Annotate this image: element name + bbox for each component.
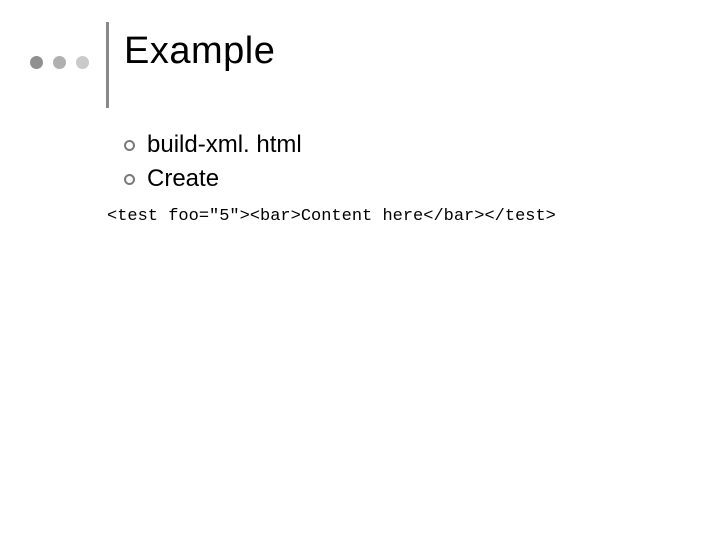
list-item-label: build-xml. html [147,128,302,162]
dot-icon [30,56,43,69]
decorative-dots [30,56,89,69]
title-divider [106,22,109,108]
code-snippet: <test foo="5"><bar>Content here</bar></t… [107,207,556,226]
list-item: Create [124,162,302,196]
slide: Example build-xml. html Create <test foo… [0,0,720,540]
dot-icon [53,56,66,69]
dot-icon [76,56,89,69]
slide-title: Example [124,30,275,73]
bullet-list: build-xml. html Create [124,128,302,196]
list-item-label: Create [147,162,219,196]
bullet-icon [124,140,135,151]
bullet-icon [124,174,135,185]
list-item: build-xml. html [124,128,302,162]
